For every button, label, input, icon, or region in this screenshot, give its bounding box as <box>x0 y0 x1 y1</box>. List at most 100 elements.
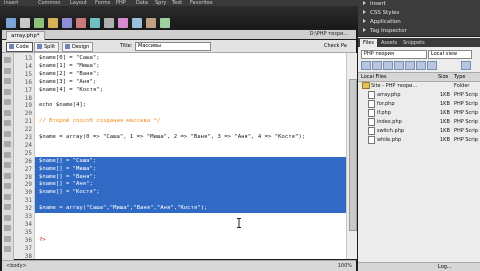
word-wrap-icon[interactable] <box>4 151 11 158</box>
date-icon[interactable] <box>90 18 100 28</box>
line-number: 25 <box>24 149 32 157</box>
code-line[interactable]: $name[2] = "Ваня"; <box>39 71 100 79</box>
code-view-label: Code <box>16 44 29 50</box>
panel-tag-inspector[interactable]: Tag Inspector <box>358 27 480 37</box>
panel-label: Tag Inspector <box>370 28 407 34</box>
file-row[interactable]: for.php 1KB PHP Scrip <box>358 100 480 108</box>
split-view-button[interactable]: Split <box>34 42 60 52</box>
php-file-icon <box>368 136 375 144</box>
code-editor[interactable]: $name[0] = "Саша"; $name[1] = "Миша"; $nam… <box>35 53 346 259</box>
tab-files[interactable]: Files <box>360 39 377 47</box>
file-name: switch.php <box>377 128 405 134</box>
tab-snippets[interactable]: Snippets <box>400 39 428 47</box>
highlight-invalid-code-icon[interactable] <box>4 141 11 147</box>
collapse-selection-icon[interactable] <box>4 88 11 95</box>
file-row[interactable]: while.php 1KB PHP Scrip <box>358 136 480 144</box>
code-line[interactable]: $name[4] = "Костя"; <box>39 87 103 95</box>
tag-selector[interactable]: <body> <box>6 262 27 270</box>
code-line[interactable]: $name[1] = "Миша"; <box>39 63 100 71</box>
scrollbar-thumb[interactable] <box>349 79 357 231</box>
outdent-icon[interactable] <box>4 235 11 242</box>
collapse-arrow-icon <box>363 1 366 5</box>
php-file-icon <box>368 100 375 108</box>
site-select[interactable]: PHP теория <box>361 50 427 59</box>
code-line[interactable]: ?> <box>39 237 46 245</box>
show-code-navigator-icon[interactable] <box>4 67 11 74</box>
file-type: PHP Scrip <box>454 119 478 125</box>
design-view-button[interactable]: Design <box>62 42 94 52</box>
connect-icon[interactable] <box>361 61 371 70</box>
code-view-button[interactable]: Code <box>6 42 33 52</box>
format-source-icon[interactable] <box>4 246 11 252</box>
files-tab-bar: Files Assets Snippets <box>358 38 480 47</box>
line-numbers-icon[interactable] <box>4 130 11 137</box>
text-cursor-icon <box>237 218 241 228</box>
check-in-icon[interactable] <box>416 61 426 70</box>
wrap-tag-icon[interactable] <box>4 193 11 200</box>
file-size: 1KB <box>440 128 450 134</box>
balance-braces-icon[interactable] <box>4 120 11 126</box>
email-link-icon[interactable] <box>20 18 30 28</box>
file-row[interactable]: index.php 1KB PHP Scrip <box>358 118 480 126</box>
line-number: 20 <box>24 110 32 118</box>
open-documents-icon[interactable] <box>4 57 11 63</box>
comment-icon[interactable] <box>118 18 128 28</box>
collapse-tag-icon[interactable] <box>4 78 11 84</box>
column-type[interactable]: Type <box>454 73 465 81</box>
panel-label: Insert <box>370 1 386 7</box>
file-type: PHP Scrip <box>454 110 478 116</box>
apply-comment-icon[interactable] <box>4 172 11 179</box>
templates-icon[interactable] <box>160 18 170 28</box>
file-row[interactable]: array.php 1KB PHP Scrip <box>358 91 480 99</box>
code-line[interactable]: echo $name[4]; <box>39 102 86 110</box>
zoom-level[interactable]: 100% <box>338 262 352 270</box>
title-label: Title: <box>120 43 133 49</box>
syntax-error-icon[interactable] <box>4 162 11 168</box>
insert-toolbar <box>0 6 360 28</box>
image-icon[interactable] <box>62 18 72 28</box>
code-line[interactable]: $name = array(0 => "Саша", 1 => "Миша", … <box>39 134 305 142</box>
remove-comment-icon[interactable] <box>4 183 11 189</box>
sync-icon[interactable] <box>427 61 437 70</box>
files-list-header: Local Files Size Type <box>358 72 480 82</box>
code-line[interactable]: $name[3] = "Аня"; <box>39 79 96 87</box>
get-files-icon[interactable] <box>383 61 393 70</box>
title-field[interactable]: Массивы <box>135 42 211 51</box>
line-number: 31 <box>24 197 32 205</box>
split-view-icon <box>37 44 42 49</box>
expand-icon[interactable] <box>461 61 471 70</box>
check-page-button[interactable]: Check Pa <box>324 43 347 49</box>
script-icon[interactable] <box>146 18 156 28</box>
column-local-files[interactable]: Local Files <box>361 73 387 81</box>
file-row[interactable]: if.php 1KB PHP Scrip <box>358 109 480 117</box>
view-select[interactable]: Local view <box>428 50 472 59</box>
file-row[interactable]: Site - PHP теори... Folder <box>358 82 480 90</box>
column-size[interactable]: Size <box>438 73 448 81</box>
code-line[interactable]: $name[0] = "Саша"; <box>39 55 100 63</box>
split-view-label: Split <box>44 44 56 50</box>
line-number: 27 <box>24 165 32 173</box>
code-line[interactable]: // Второй способ создания массива */ <box>39 118 160 126</box>
table-icon[interactable] <box>48 18 58 28</box>
put-files-icon[interactable] <box>394 61 404 70</box>
tab-assets[interactable]: Assets <box>378 39 400 47</box>
head-icon[interactable] <box>132 18 142 28</box>
refresh-icon[interactable] <box>372 61 382 70</box>
file-type: PHP Scrip <box>454 137 478 143</box>
move-css-icon[interactable] <box>4 214 11 221</box>
check-out-icon[interactable] <box>405 61 415 70</box>
recent-snippets-icon[interactable] <box>4 204 11 210</box>
expand-all-icon[interactable] <box>4 99 11 105</box>
editor-scrollbar[interactable] <box>346 53 357 259</box>
line-number: 32 <box>24 205 32 213</box>
media-icon[interactable] <box>76 18 86 28</box>
document-tab[interactable]: array.php* <box>6 31 45 40</box>
select-parent-tag-icon[interactable] <box>4 109 11 116</box>
hyperlink-icon[interactable] <box>6 18 16 28</box>
file-size: 1KB <box>440 119 450 125</box>
server-include-icon[interactable] <box>104 18 114 28</box>
file-row[interactable]: switch.php 1KB PHP Scrip <box>358 127 480 135</box>
named-anchor-icon[interactable] <box>34 18 44 28</box>
indent-icon[interactable] <box>4 225 11 231</box>
code-line[interactable]: $name = array("Саша","Миша","Ваня","Аня"… <box>39 205 207 213</box>
